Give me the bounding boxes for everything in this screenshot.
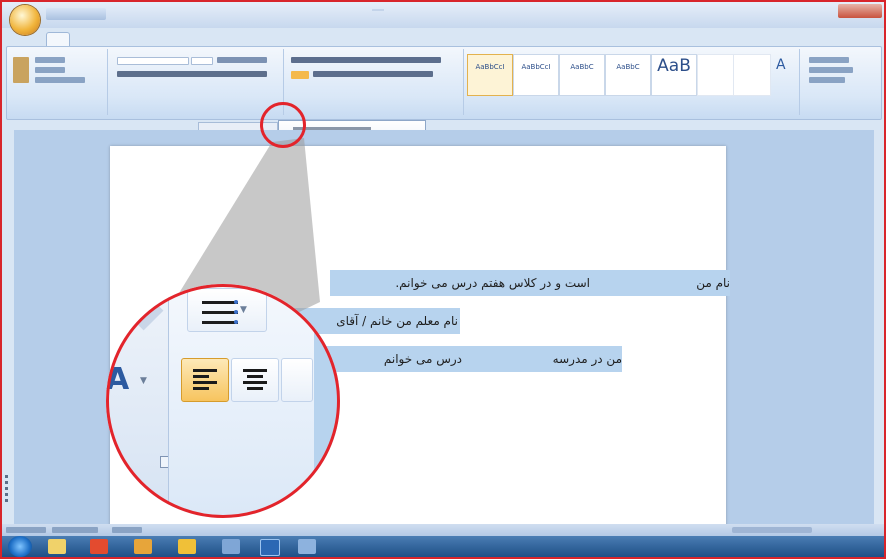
target-circle bbox=[260, 102, 306, 148]
word-window: AaBbCcI AaBbCcI AaBbC AaBbC AaB A نام من… bbox=[0, 0, 886, 559]
magnifier-circle bbox=[106, 284, 340, 518]
